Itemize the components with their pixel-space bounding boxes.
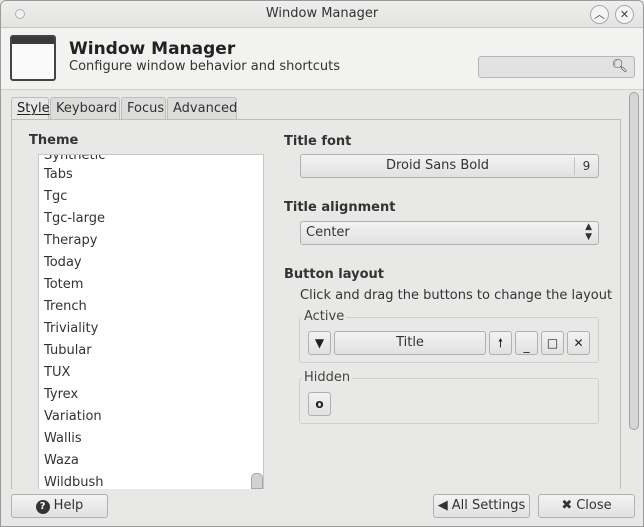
title-alignment-value: Center	[306, 225, 350, 240]
title-button-item[interactable]: Title	[334, 331, 486, 355]
tab-focus-label: Focus	[127, 101, 165, 116]
arrow-left-icon: ◀	[437, 498, 448, 513]
close-button[interactable]: ✖ Close	[538, 494, 635, 518]
window-title: Window Manager	[265, 6, 379, 21]
title-alignment-select[interactable]: Center ▲ ▼	[300, 221, 599, 245]
list-item[interactable]: Tyrex	[44, 384, 78, 406]
help-label: Help	[53, 498, 84, 513]
title-bar: Window Manager ︿ ✕	[1, 1, 643, 28]
minimize-button-item[interactable]: _	[515, 331, 538, 355]
tab-style-label: Style	[17, 101, 50, 116]
dialog-footer: ? Help ◀ All Settings ✖ Close	[1, 489, 643, 526]
main-scrollbar[interactable]	[627, 92, 641, 432]
title-font-button[interactable]: Droid Sans Bold 9	[300, 154, 599, 178]
list-item[interactable]: Waza	[44, 450, 79, 472]
close-icon: ✖	[561, 498, 573, 513]
help-button[interactable]: ? Help	[11, 494, 108, 518]
shade-button-item[interactable]: 🠕	[489, 331, 512, 355]
chevron-up-icon: ︿	[594, 8, 605, 21]
tab-advanced[interactable]: Advanced	[167, 97, 237, 120]
list-item[interactable]: Variation	[44, 406, 102, 428]
tab-focus[interactable]: Focus	[121, 97, 166, 120]
tab-keyboard-label: Keyboard	[56, 101, 118, 116]
maximize-button-item[interactable]: □	[541, 331, 564, 355]
close-icon: ✕	[573, 336, 584, 350]
main-scrollbar-thumb[interactable]	[629, 92, 639, 430]
header-subtitle: Configure window behavior and shortcuts	[69, 59, 341, 74]
title-alignment-label: Title alignment	[284, 200, 396, 215]
list-item[interactable]: Tgc-large	[44, 208, 105, 230]
search-input[interactable]: 🔍︎	[478, 56, 635, 78]
help-icon: ?	[35, 500, 50, 514]
tab-keyboard[interactable]: Keyboard	[50, 97, 120, 120]
list-item[interactable]: Tabs	[44, 164, 73, 186]
close-icon: ✕	[619, 8, 630, 21]
close-label: Close	[576, 498, 612, 513]
theme-list[interactable]: Synthetic Tabs Tgc Tgc-large Therapy Tod…	[38, 154, 264, 489]
hidden-label: Hidden	[302, 370, 353, 385]
close-window-button[interactable]: ✕	[615, 5, 634, 24]
list-item[interactable]: Today	[44, 252, 82, 274]
tab-style[interactable]: Style	[11, 97, 50, 121]
button-layout-hint: Click and drag the buttons to change the…	[300, 288, 613, 303]
header-title: Window Manager	[69, 39, 236, 59]
list-item[interactable]: Totem	[44, 274, 83, 296]
tab-advanced-label: Advanced	[173, 101, 238, 116]
stick-circle-icon: o	[315, 397, 324, 411]
list-item[interactable]: Trench	[44, 296, 87, 318]
active-label: Active	[302, 309, 347, 324]
list-item[interactable]: Triviality	[44, 318, 98, 340]
title-font-size: 9	[574, 157, 598, 175]
minimize-icon: _	[523, 339, 530, 353]
dialog-header: Window Manager Configure window behavior…	[1, 28, 643, 90]
triangle-down-icon: ▼	[314, 336, 325, 350]
all-settings-button[interactable]: ◀ All Settings	[433, 494, 530, 518]
search-icon: 🔍︎	[611, 59, 628, 74]
list-item[interactable]: Tubular	[44, 340, 92, 362]
list-item[interactable]: Wallis	[44, 428, 82, 450]
updown-arrows-icon: ▲ ▼	[585, 222, 592, 242]
arrow-up-icon: 🠕	[497, 336, 504, 350]
stick-button-item[interactable]: o	[308, 392, 331, 416]
list-item[interactable]: Wildbush	[44, 472, 104, 489]
title-font-name: Droid Sans Bold	[385, 158, 490, 173]
maximize-button[interactable]: ︿	[590, 5, 609, 24]
all-settings-label: All Settings	[451, 498, 526, 513]
list-item[interactable]: Therapy	[44, 230, 97, 252]
title-font-label: Title font	[284, 134, 352, 149]
theme-label: Theme	[29, 133, 79, 148]
menu-button-item[interactable]: ▼	[308, 331, 331, 355]
list-item[interactable]: Tgc	[44, 186, 67, 208]
button-layout-label: Button layout	[284, 267, 385, 282]
window: Window Manager ︿ ✕ Window Manager Config…	[0, 0, 644, 527]
close-button-item[interactable]: ✕	[567, 331, 590, 355]
maximize-icon: □	[546, 336, 559, 350]
theme-list-scrollbar[interactable]	[251, 473, 263, 489]
list-item[interactable]: TUX	[44, 362, 70, 384]
window-manager-icon	[10, 35, 56, 81]
